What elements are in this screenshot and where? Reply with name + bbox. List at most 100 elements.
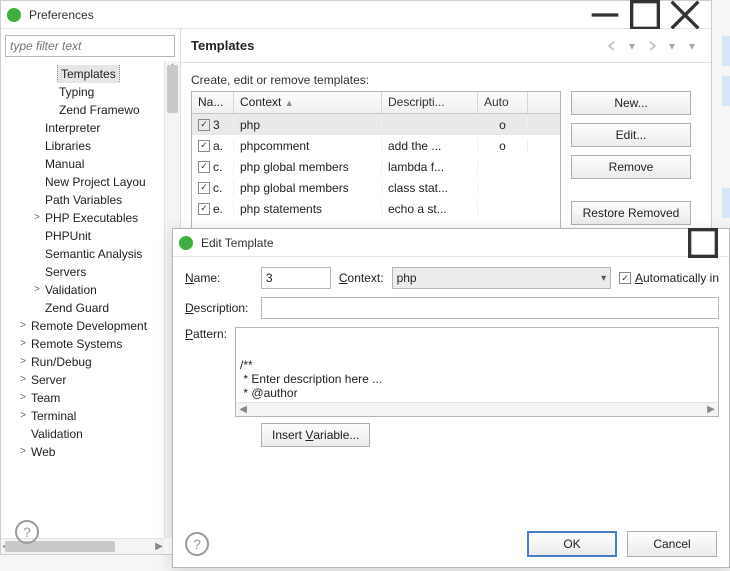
table-row[interactable]: ✓e.php statementsecho a st... [192,198,560,219]
page-title: Templates [191,38,254,53]
app-icon [7,8,21,22]
scroll-left-icon[interactable]: ◀ [236,403,250,416]
table-row[interactable]: ✓3phpo [192,114,560,135]
tree-item[interactable]: Templates [3,65,180,83]
cancel-button[interactable]: Cancel [627,531,717,557]
preferences-tree[interactable]: TemplatesTypingZend FramewoInterpreterLi… [1,65,180,461]
restore-removed-button[interactable]: Restore Removed [571,201,691,225]
tree-expander-icon[interactable]: > [17,389,29,407]
tree-item[interactable]: New Project Layou [3,173,180,191]
edit-template-title: Edit Template [201,236,274,250]
col-context[interactable]: Context ▲ [234,92,382,113]
nav-menu-icon[interactable]: ▾ [683,37,701,55]
tree-item[interactable]: Validation [3,425,180,443]
tree-item[interactable]: Servers [3,263,180,281]
row-checkbox[interactable]: ✓ [198,161,210,173]
tree-expander-icon[interactable]: > [31,281,43,299]
tree-item-label: PHP Executables [43,209,140,227]
nav-back-icon[interactable] [603,37,621,55]
close-button[interactable] [665,1,705,29]
tree-item-label: PHPUnit [43,227,93,245]
tree-item-label: Templates [57,65,120,83]
insert-variable-button[interactable]: Insert Variable... [261,423,370,447]
edit-template-titlebar[interactable]: Edit Template [173,229,729,257]
description-input[interactable] [261,297,719,319]
nav-forward-menu-icon[interactable]: ▾ [663,37,681,55]
tree-item[interactable]: >Web [3,443,180,461]
tree-item-label: Remote Development [29,317,149,335]
pattern-textarea[interactable]: /** * Enter description here ... * @auth… [235,327,719,417]
table-row[interactable]: ✓c.php global membersclass stat... [192,177,560,198]
chevron-down-icon: ▾ [601,273,606,284]
tree-item[interactable]: >Remote Systems [3,335,180,353]
tree-item[interactable]: Manual [3,155,180,173]
minimize-button[interactable] [585,1,625,29]
maximize-button[interactable] [625,1,665,29]
cell-context: phpcomment [234,139,382,153]
tree-item[interactable]: Semantic Analysis [3,245,180,263]
row-checkbox[interactable]: ✓ [198,140,210,152]
tree-item[interactable]: >Server [3,371,180,389]
cell-name: 3 [213,118,220,132]
tree-item[interactable]: >Run/Debug [3,353,180,371]
edit-button[interactable]: Edit... [571,123,691,147]
cell-context: php statements [234,202,382,216]
tree-item[interactable]: >PHP Executables [3,209,180,227]
description-label: Description: [185,301,253,315]
row-checkbox[interactable]: ✓ [198,203,210,215]
tree-item-label: Run/Debug [29,353,94,371]
tree-expander-icon[interactable]: > [17,371,29,389]
tree-item[interactable]: Zend Guard [3,299,180,317]
templates-table[interactable]: Na... Context ▲ Descripti... Auto ✓3phpo… [191,91,561,231]
col-name[interactable]: Na... [192,92,234,113]
cell-description: add the ... [382,139,478,153]
scroll-right-icon[interactable]: ▶ [704,403,718,416]
tree-item[interactable]: >Terminal [3,407,180,425]
dialog-maximize-button[interactable] [683,229,723,257]
scroll-right-icon[interactable]: ▶ [152,539,166,554]
row-checkbox[interactable]: ✓ [198,119,210,131]
auto-insert-checkbox[interactable]: ✓ Automatically in [619,271,719,285]
page-header: Templates ▾ ▾ ▾ [181,29,711,63]
table-row[interactable]: ✓c.php global memberslambda f... [192,156,560,177]
pattern-hscrollbar[interactable]: ◀ ▶ [236,402,718,416]
tree-item[interactable]: >Remote Development [3,317,180,335]
col-auto[interactable]: Auto [478,92,528,113]
tree-item[interactable]: Path Variables [3,191,180,209]
pattern-label: Pattern: [185,327,227,417]
filter-input[interactable] [5,35,175,57]
tree-item[interactable]: >Team [3,389,180,407]
ok-button[interactable]: OK [527,531,617,557]
nav-back-menu-icon[interactable]: ▾ [623,37,641,55]
tree-item-label: Server [29,371,68,389]
tree-item-label: Interpreter [43,119,102,137]
dialog-help-button[interactable]: ? [185,532,209,556]
col-description[interactable]: Descripti... [382,92,478,113]
tree-expander-icon[interactable]: > [17,353,29,371]
tree-item[interactable]: Typing [3,83,180,101]
tree-item[interactable]: Libraries [3,137,180,155]
tree-item-label: Web [29,443,57,461]
new-button[interactable]: New... [571,91,691,115]
tree-item[interactable]: Zend Framewo [3,101,180,119]
tree-item-label: New Project Layou [43,173,148,191]
remove-button[interactable]: Remove [571,155,691,179]
tree-item[interactable]: >Validation [3,281,180,299]
tree-expander-icon[interactable]: > [17,317,29,335]
nav-forward-icon[interactable] [643,37,661,55]
tree-item[interactable]: Interpreter [3,119,180,137]
row-checkbox[interactable]: ✓ [198,182,210,194]
context-select[interactable]: php ▾ [392,267,612,289]
preferences-titlebar[interactable]: Preferences [1,1,711,29]
name-input[interactable] [261,267,331,289]
table-row[interactable]: ✓a.phpcommentadd the ...o [192,135,560,156]
tree-expander-icon[interactable]: > [17,443,29,461]
auto-insert-label: Automatically in [635,271,719,285]
tree-item[interactable]: PHPUnit [3,227,180,245]
tree-expander-icon[interactable]: > [17,407,29,425]
tree-expander-icon[interactable]: > [17,335,29,353]
app-icon [179,236,193,250]
tree-expander-icon[interactable]: > [31,209,43,227]
tree-item-label: Typing [57,83,96,101]
help-button[interactable]: ? [15,520,39,544]
